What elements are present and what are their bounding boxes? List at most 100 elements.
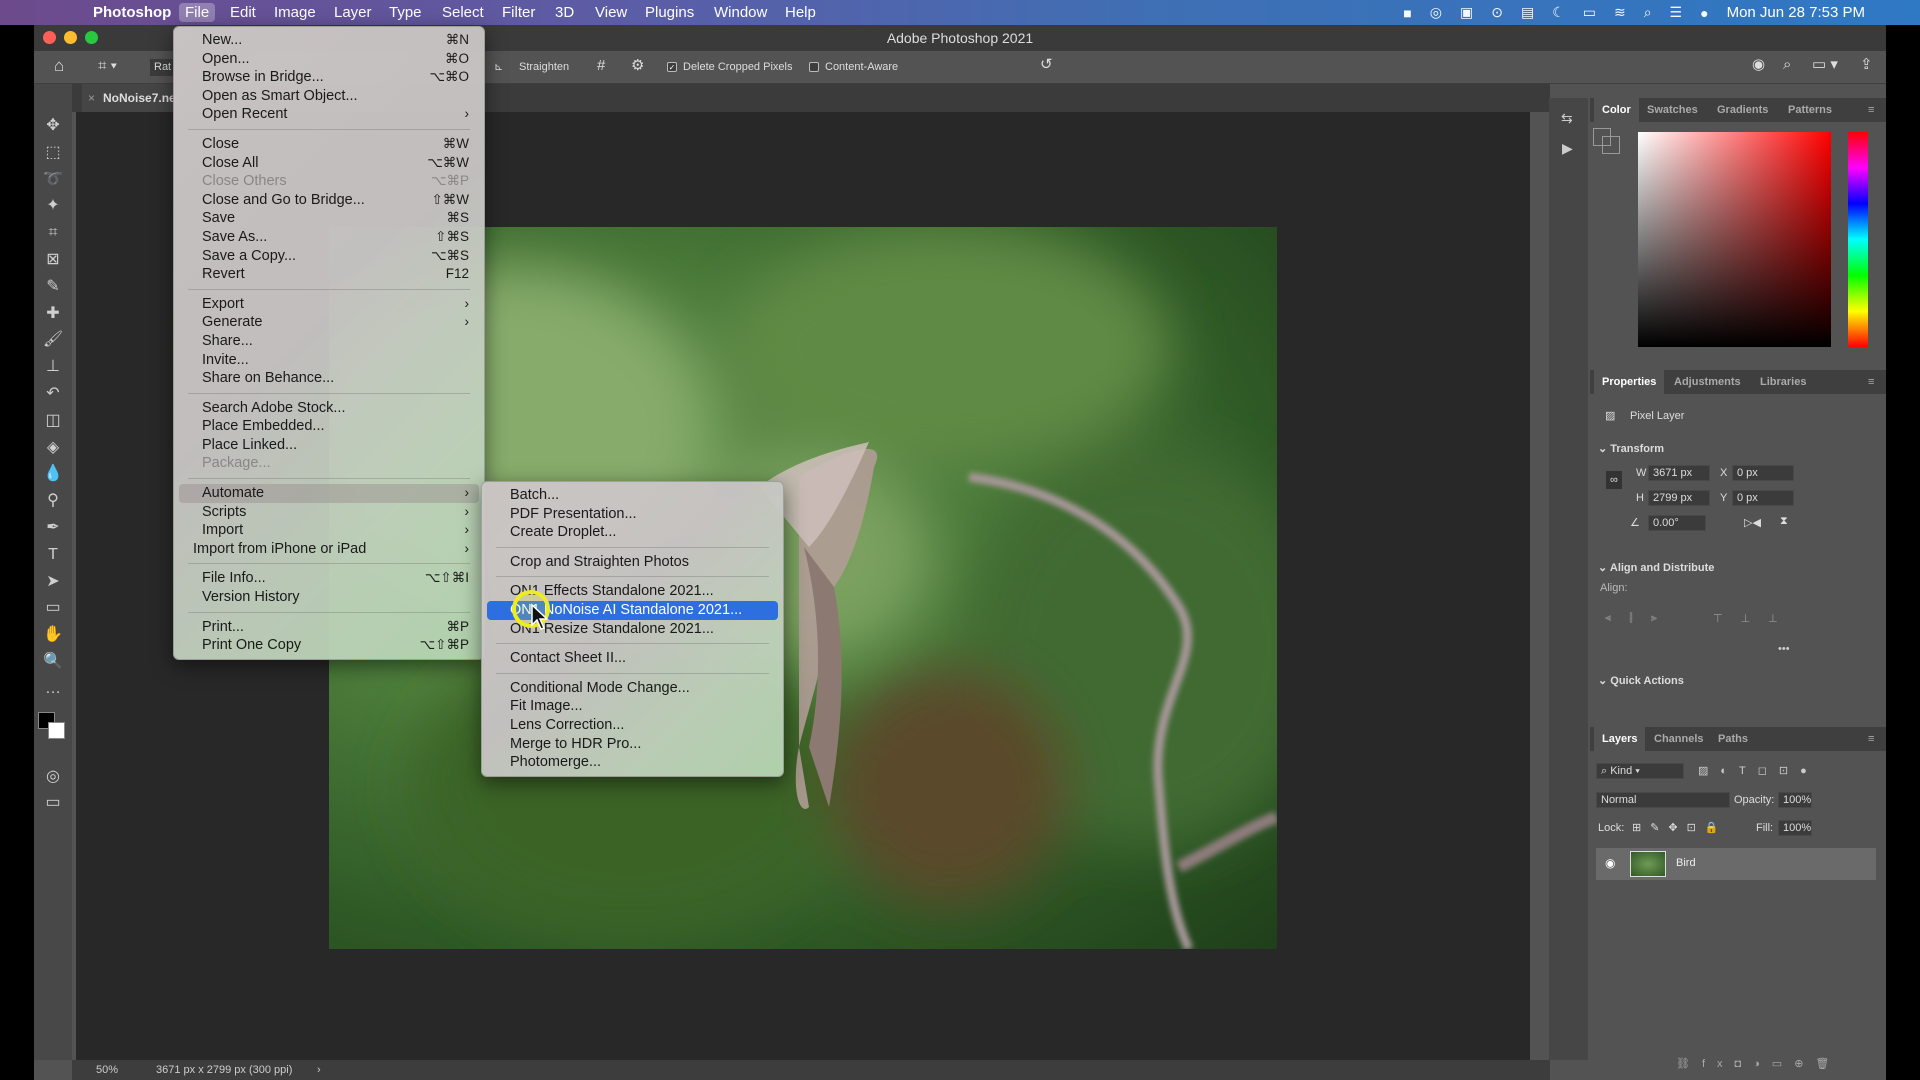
menu-item-browse-in-bridge[interactable]: Browse in Bridge... ⌥⌘O (179, 68, 479, 87)
actions-play-icon[interactable]: ▶ (1562, 140, 1573, 157)
align-section-toggle[interactable]: ⌄ Align and Distribute (1598, 561, 1714, 574)
zoom-level[interactable]: 50% (96, 1060, 118, 1080)
home-icon[interactable]: ⌂ (54, 57, 64, 74)
creative-cloud-icon[interactable]: ◎ (1430, 4, 1442, 21)
foreground-color-swatch[interactable] (1593, 128, 1611, 146)
reset-icon[interactable]: ↺ (1040, 56, 1053, 73)
menu-item-merge-to-hdr-pro[interactable]: Merge to HDR Pro... (487, 735, 778, 754)
tab-layers[interactable]: Layers (1594, 727, 1646, 751)
menu-item-new[interactable]: New... ⌘N (179, 31, 479, 50)
hand-tool-icon[interactable]: ✋ (34, 624, 72, 646)
tab-patterns[interactable]: Patterns (1788, 98, 1832, 122)
menu-item-share-on-behance[interactable]: Share on Behance... (179, 369, 479, 388)
hue-slider[interactable] (1848, 132, 1868, 347)
clone-stamp-icon[interactable]: ⊥ (34, 356, 72, 378)
tab-adjustments[interactable]: Adjustments (1674, 370, 1741, 394)
document-tab[interactable]: × NoNoise7.nef (82, 84, 177, 112)
menu-item-print[interactable]: Print... ⌘P (179, 618, 479, 637)
menu-item-place-embedded[interactable]: Place Embedded... (179, 417, 479, 436)
panel-menu-icon[interactable]: ≡ (1868, 727, 1874, 751)
align-vertical-buttons-icons[interactable]: ⊤⊥⊥ (1713, 612, 1796, 625)
zoom-window-button[interactable] (85, 31, 98, 44)
history-brush-icon[interactable]: ↶ (34, 383, 72, 405)
share-icon[interactable]: ⇪ (1860, 56, 1873, 73)
delete-cropped-pixels-checkbox[interactable]: ✓ Delete Cropped Pixels (667, 59, 792, 76)
menu-view[interactable]: View (589, 3, 633, 22)
minimize-window-button[interactable] (64, 31, 77, 44)
y-field[interactable]: 0 px (1732, 490, 1794, 506)
play-icon[interactable]: ⊙ (1491, 4, 1503, 21)
fill-field[interactable]: 100% (1778, 820, 1812, 836)
battery-icon[interactable]: ▭ (1583, 4, 1596, 21)
menu-item-import[interactable]: Import › (179, 521, 479, 540)
spotlight-search-icon[interactable]: ⌕ (1644, 4, 1652, 21)
layer-bottom-action-icons[interactable]: ⛓fx◘◑▭⊕🗑 (1676, 1057, 1841, 1070)
blend-mode-dropdown[interactable]: Normal (1596, 792, 1730, 808)
tab-gradients[interactable]: Gradients (1717, 98, 1768, 122)
menu-item-batch[interactable]: Batch... (487, 486, 778, 505)
healing-brush-icon[interactable]: ✚ (34, 303, 72, 325)
menu-item-close-and-go-to-bridge[interactable]: Close and Go to Bridge... ⇧⌘W (179, 191, 479, 210)
close-window-button[interactable] (43, 31, 56, 44)
dodge-tool-icon[interactable]: ⚲ (34, 490, 72, 512)
lock-buttons-icons[interactable]: ⊞✎✥⊡🔒 (1632, 821, 1728, 834)
menu-item-scripts[interactable]: Scripts › (179, 503, 479, 522)
layer-filter-dropdown[interactable]: ⌕ Kind ▾ (1596, 763, 1684, 779)
lasso-tool-icon[interactable]: ➰ (34, 169, 72, 191)
moon-icon[interactable]: ☾ (1552, 4, 1565, 21)
pen-tool-icon[interactable]: ✒ (34, 517, 72, 539)
learn-icon[interactable]: ◉ (1752, 56, 1765, 73)
history-icon[interactable]: ⇆ (1561, 110, 1573, 127)
align-buttons-icons[interactable]: ⫷⫿⫸ (1605, 612, 1675, 625)
brush-tool-icon[interactable]: 🖌 (34, 329, 72, 351)
screen-record-icon[interactable]: ▣ (1460, 4, 1473, 21)
flip-horizontal-icon[interactable]: ▷◀ (1744, 516, 1761, 529)
overlay-grid-icon[interactable]: # (597, 57, 605, 74)
visibility-eye-icon[interactable]: ◉ (1605, 856, 1615, 870)
menu-item-contact-sheet-ii[interactable]: Contact Sheet II... (487, 649, 778, 668)
menu-item-invite[interactable]: Invite... (179, 351, 479, 370)
zoom-app-icon[interactable]: ■ (1403, 5, 1411, 21)
menu-item-close-all[interactable]: Close All ⌥⌘W (179, 154, 479, 173)
zoom-tool-icon[interactable]: 🔍 (34, 651, 72, 673)
panel-menu-icon[interactable]: ≡ (1868, 98, 1874, 122)
menu-image[interactable]: Image (268, 3, 322, 22)
menu-photoshop[interactable]: Photoshop (87, 3, 177, 22)
panel-menu-icon[interactable]: ≡ (1868, 370, 1874, 394)
menu-3d[interactable]: 3D (549, 3, 580, 22)
opacity-field[interactable]: 100% (1778, 792, 1812, 808)
move-tool-icon[interactable]: ✥ (34, 115, 72, 137)
menu-plugins[interactable]: Plugins (639, 3, 700, 22)
workspace-icon[interactable]: ▭ ▾ (1812, 56, 1838, 73)
flip-vertical-icon[interactable]: ⧗ (1780, 515, 1788, 528)
menu-item-automate[interactable]: Automate › (179, 484, 479, 503)
menu-item-pdf-presentation[interactable]: PDF Presentation... (487, 505, 778, 524)
menu-item-share[interactable]: Share... (179, 332, 479, 351)
wifi-icon[interactable]: ≋ (1614, 4, 1626, 21)
angle-field[interactable]: 0.00° (1648, 515, 1706, 531)
menu-item-create-droplet[interactable]: Create Droplet... (487, 523, 778, 542)
straighten-button[interactable]: Straighten (519, 59, 569, 76)
menu-item-close[interactable]: Close ⌘W (179, 135, 479, 154)
siri-icon[interactable]: ● (1700, 5, 1708, 21)
menu-help[interactable]: Help (779, 3, 822, 22)
tab-properties[interactable]: Properties (1594, 370, 1665, 394)
menubar-clock[interactable]: Mon Jun 28 7:53 PM (1727, 4, 1865, 21)
crop-tool-preset-icon[interactable]: ⌗ ▾ (98, 57, 117, 74)
menu-item-version-history[interactable]: Version History (179, 588, 479, 607)
crop-tool-icon[interactable]: ⌗ (34, 222, 72, 244)
rectangle-tool-icon[interactable]: ▭ (34, 597, 72, 619)
control-center-icon[interactable]: ☰ (1670, 4, 1683, 21)
menu-item-save-a-copy[interactable]: Save a Copy... ⌥⌘S (179, 247, 479, 266)
height-field[interactable]: 2799 px (1648, 490, 1710, 506)
straighten-icon[interactable]: ⊾ (494, 59, 503, 76)
menu-item-place-linked[interactable]: Place Linked... (179, 436, 479, 455)
search-icon[interactable]: ⌕ (1783, 56, 1791, 73)
menu-item-revert[interactable]: Revert F12 (179, 265, 479, 284)
x-field[interactable]: 0 px (1732, 465, 1794, 481)
menu-type[interactable]: Type (383, 3, 428, 22)
blur-tool-icon[interactable]: 💧 (34, 463, 72, 485)
width-field[interactable]: 3671 px (1648, 465, 1710, 481)
tab-swatches[interactable]: Swatches (1647, 98, 1698, 122)
layer-name[interactable]: Bird (1676, 857, 1696, 869)
